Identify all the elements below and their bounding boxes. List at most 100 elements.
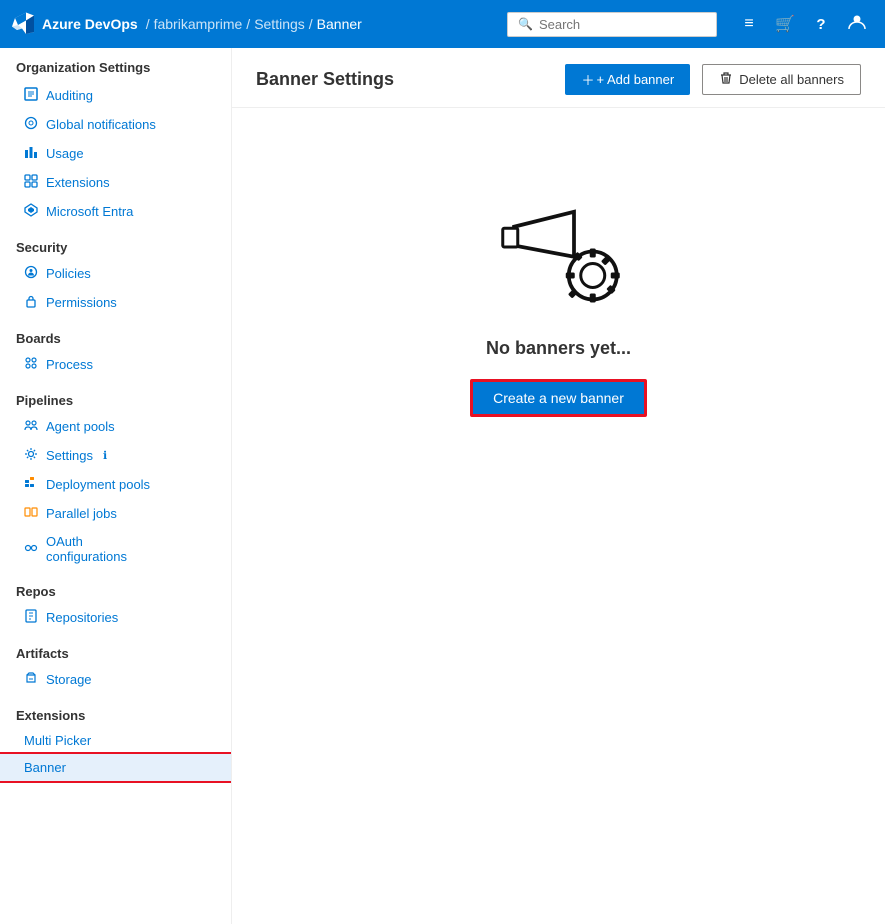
- sidebar-item-process-label: Process: [46, 357, 93, 372]
- sidebar-item-auditing[interactable]: Auditing: [0, 81, 231, 110]
- microsoft-entra-icon: [24, 203, 38, 220]
- oauth-icon: [24, 541, 38, 558]
- create-new-banner-button[interactable]: Create a new banner: [470, 379, 647, 417]
- breadcrumb-sep1: /: [246, 16, 250, 32]
- sidebar-item-process[interactable]: Process: [0, 350, 231, 379]
- permissions-icon: [24, 294, 38, 311]
- tasks-icon-button[interactable]: ≡: [733, 8, 765, 40]
- sidebar-item-agent-pools[interactable]: Agent pools: [0, 412, 231, 441]
- page-title: Banner Settings: [256, 69, 553, 90]
- sidebar-group-boards: Process: [0, 350, 231, 379]
- settings-info-badge: ℹ: [103, 449, 107, 462]
- extensions-top-icon: [24, 174, 38, 191]
- breadcrumb-banner: Banner: [317, 16, 362, 32]
- storage-icon: [24, 671, 38, 688]
- sidebar-group-artifacts: Storage: [0, 665, 231, 694]
- sidebar-item-storage[interactable]: Storage: [0, 665, 231, 694]
- tasks-icon: ≡: [744, 15, 753, 33]
- sidebar-item-policies[interactable]: Policies: [0, 259, 231, 288]
- sidebar-group-security: Policies Permissions: [0, 259, 231, 317]
- add-banner-label: + Add banner: [596, 72, 674, 87]
- delete-all-banners-button[interactable]: Delete all banners: [702, 64, 861, 95]
- create-banner-label: Create a new banner: [493, 390, 624, 406]
- auditing-icon: [24, 87, 38, 104]
- process-icon: [24, 356, 38, 373]
- sidebar-item-policies-label: Policies: [46, 266, 91, 281]
- sidebar-item-permissions-label: Permissions: [46, 295, 117, 310]
- user-icon: [848, 13, 866, 36]
- app-name: Azure DevOps: [42, 16, 138, 32]
- sidebar-item-pipeline-settings-label: Settings: [46, 448, 93, 463]
- search-input[interactable]: [539, 17, 706, 32]
- empty-state-illustration: [484, 188, 634, 318]
- global-notifications-icon: [24, 116, 38, 133]
- sidebar-item-extensions-top-label: Extensions: [46, 175, 110, 190]
- sidebar-item-multi-picker-label: Multi Picker: [24, 733, 91, 748]
- sidebar-section-boards: Boards: [0, 317, 231, 350]
- basket-icon: 🛒: [775, 14, 795, 34]
- sidebar-item-oauth-configurations[interactable]: OAuthconfigurations: [0, 528, 231, 570]
- sidebar-item-banner[interactable]: Banner: [0, 754, 231, 781]
- sidebar-item-agent-pools-label: Agent pools: [46, 419, 115, 434]
- usage-icon: [24, 145, 38, 162]
- sidebar-item-global-notifications-label: Global notifications: [46, 117, 156, 132]
- sidebar-item-deployment-pools-label: Deployment pools: [46, 477, 150, 492]
- sidebar-item-deployment-pools[interactable]: Deployment pools: [0, 470, 231, 499]
- org-settings-title: Organization Settings: [0, 48, 231, 81]
- sidebar-item-extensions-top[interactable]: Extensions: [0, 168, 231, 197]
- trash-icon: [719, 71, 733, 88]
- app-logo[interactable]: Azure DevOps: [12, 12, 138, 36]
- main-layout: Organization Settings Auditing Global no…: [0, 48, 885, 924]
- sidebar-item-repositories[interactable]: Repositories: [0, 603, 231, 632]
- sidebar-item-repositories-label: Repositories: [46, 610, 118, 625]
- sidebar-item-microsoft-entra-label: Microsoft Entra: [46, 204, 133, 219]
- empty-state: No banners yet... Create a new banner: [232, 108, 885, 441]
- sidebar-item-pipeline-settings[interactable]: Settings ℹ: [0, 441, 231, 470]
- add-icon: ＋: [581, 70, 594, 89]
- sidebar-group-general: Auditing Global notifications Usage Exte…: [0, 81, 231, 226]
- deployment-pools-icon: [24, 476, 38, 493]
- empty-state-title: No banners yet...: [486, 338, 631, 359]
- content-header: Banner Settings ＋ + Add banner Delete al…: [232, 48, 885, 108]
- breadcrumb-sep2: /: [309, 16, 313, 32]
- sidebar-item-banner-label: Banner: [24, 760, 66, 775]
- logo-icon: [12, 12, 36, 36]
- delete-all-label: Delete all banners: [739, 72, 844, 87]
- sidebar: Organization Settings Auditing Global no…: [0, 48, 232, 924]
- sidebar-item-auditing-label: Auditing: [46, 88, 93, 103]
- sidebar-item-usage[interactable]: Usage: [0, 139, 231, 168]
- sidebar-item-microsoft-entra[interactable]: Microsoft Entra: [0, 197, 231, 226]
- help-icon: ?: [816, 16, 825, 33]
- policies-icon: [24, 265, 38, 282]
- sidebar-item-storage-label: Storage: [46, 672, 92, 687]
- repositories-icon: [24, 609, 38, 626]
- search-box[interactable]: 🔍: [507, 12, 717, 37]
- breadcrumb-settings[interactable]: Settings: [254, 16, 305, 32]
- basket-icon-button[interactable]: 🛒: [769, 8, 801, 40]
- topbar-icon-group: ≡ 🛒 ?: [733, 8, 873, 40]
- sidebar-item-usage-label: Usage: [46, 146, 84, 161]
- sidebar-item-permissions[interactable]: Permissions: [0, 288, 231, 317]
- sidebar-item-multi-picker[interactable]: Multi Picker: [0, 727, 231, 754]
- parallel-jobs-icon: [24, 505, 38, 522]
- sidebar-section-pipelines: Pipelines: [0, 379, 231, 412]
- breadcrumb-sep0: /: [146, 16, 150, 32]
- add-banner-button[interactable]: ＋ + Add banner: [565, 64, 690, 95]
- sidebar-group-pipelines: Agent pools Settings ℹ Deployment pools: [0, 412, 231, 570]
- content-area: Banner Settings ＋ + Add banner Delete al…: [232, 48, 885, 924]
- sidebar-group-extensions: Multi Picker Banner: [0, 727, 231, 781]
- sidebar-section-security: Security: [0, 226, 231, 259]
- sidebar-item-oauth-label: OAuthconfigurations: [46, 534, 127, 564]
- sidebar-section-artifacts: Artifacts: [0, 632, 231, 665]
- help-icon-button[interactable]: ?: [805, 8, 837, 40]
- sidebar-item-parallel-jobs-label: Parallel jobs: [46, 506, 117, 521]
- breadcrumb: / fabrikamprime / Settings / Banner: [146, 16, 362, 32]
- sidebar-section-extensions: Extensions: [0, 694, 231, 727]
- search-icon: 🔍: [518, 17, 533, 31]
- user-settings-button[interactable]: [841, 8, 873, 40]
- breadcrumb-org[interactable]: fabrikamprime: [154, 16, 243, 32]
- sidebar-group-repos: Repositories: [0, 603, 231, 632]
- sidebar-item-parallel-jobs[interactable]: Parallel jobs: [0, 499, 231, 528]
- sidebar-item-global-notifications[interactable]: Global notifications: [0, 110, 231, 139]
- pipeline-settings-icon: [24, 447, 38, 464]
